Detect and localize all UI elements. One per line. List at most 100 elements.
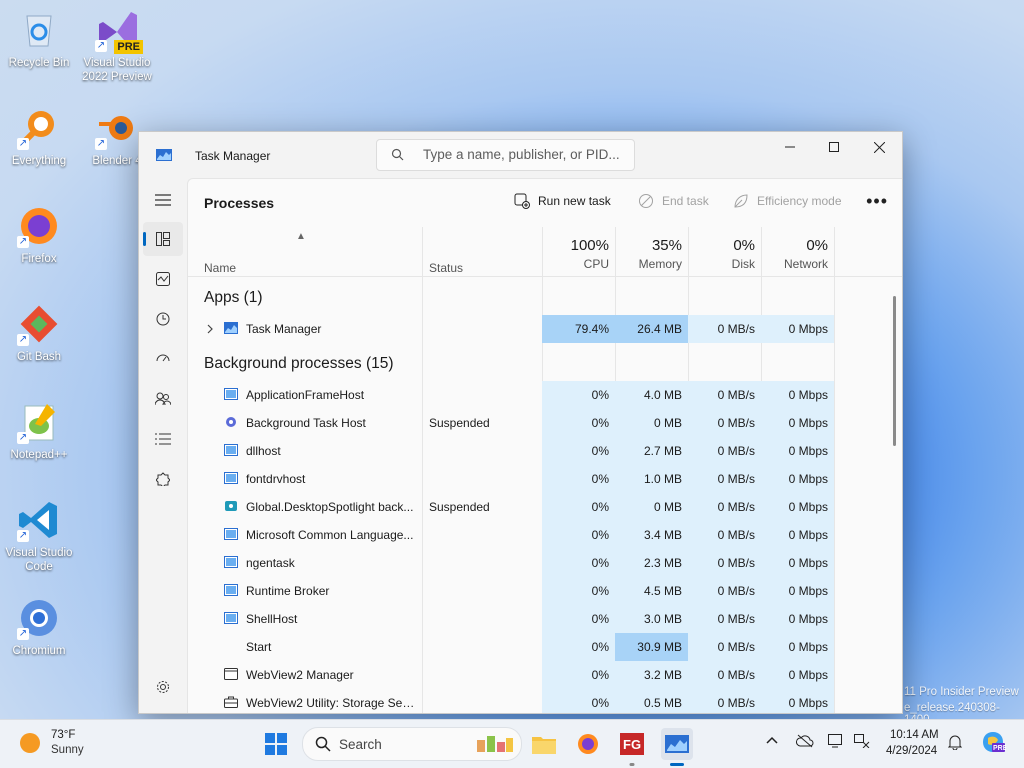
process-row[interactable]: Task Manager 79.4% 26.4 MB 0 MB/s 0 Mbps xyxy=(188,315,836,343)
network-total: 0% xyxy=(806,237,828,254)
onedrive-tray[interactable] xyxy=(796,734,814,751)
efficiency-mode-label: Efficiency mode xyxy=(757,194,842,208)
nav-processes[interactable] xyxy=(143,222,183,256)
column-header-disk[interactable]: 0% Disk xyxy=(688,227,761,277)
nav-settings[interactable] xyxy=(143,670,183,704)
notifications-button[interactable] xyxy=(947,734,963,753)
users-icon xyxy=(155,392,171,406)
maximize-button[interactable] xyxy=(811,132,857,162)
process-memory: 3.2 MB xyxy=(615,661,688,689)
process-memory: 2.3 MB xyxy=(615,549,688,577)
taskbar-firefox[interactable] xyxy=(572,728,604,760)
column-header-name[interactable]: Name xyxy=(204,261,236,275)
process-row[interactable]: ngentask 0% 2.3 MB 0 MB/s 0 Mbps xyxy=(188,549,836,577)
end-task-button[interactable]: End task xyxy=(638,193,709,209)
title-bar[interactable]: Task Manager xyxy=(139,132,902,178)
more-options-button[interactable]: ••• xyxy=(866,191,888,212)
process-name: dllhost xyxy=(246,444,281,458)
process-row[interactable]: WebView2 Utility: Storage Serv... 0% 0.5 M… xyxy=(188,689,836,713)
display-tray[interactable] xyxy=(828,734,844,751)
hamburger-menu-button[interactable] xyxy=(143,183,183,217)
shortcut-arrow-icon: ↗ xyxy=(95,40,107,52)
column-header-memory[interactable]: 35% Memory xyxy=(615,227,688,277)
process-search[interactable] xyxy=(376,139,635,171)
visual-studio-icon: ↗ PRE xyxy=(95,8,143,54)
process-row[interactable]: Background Task Host Suspended 0% 0 MB 0 MB/… xyxy=(188,409,836,437)
process-cpu: 0% xyxy=(542,465,615,493)
desktop-icon-chromium[interactable]: ↗ Chromium xyxy=(1,596,77,658)
desktop-icon-label: Chromium xyxy=(12,645,66,657)
sun-icon[interactable] xyxy=(20,733,40,753)
process-row[interactable]: Start 0% 30.9 MB 0 MB/s 0 Mbps xyxy=(188,633,836,661)
desktop-icon-firefox[interactable]: ↗ Firefox xyxy=(1,204,77,266)
desktop-icon-git-bash[interactable]: ↗ Git Bash xyxy=(1,302,77,364)
process-cpu: 0% xyxy=(542,661,615,689)
column-header-cpu[interactable]: 100% CPU xyxy=(542,227,615,277)
nav-services[interactable] xyxy=(143,462,183,496)
shortcut-arrow-icon: ↗ xyxy=(95,138,107,150)
cpu-label: CPU xyxy=(583,257,609,271)
shortcut-arrow-icon: ↗ xyxy=(17,530,29,542)
column-header-network[interactable]: 0% Network xyxy=(761,227,834,277)
search-input[interactable] xyxy=(421,146,630,163)
taskbar-fg-app[interactable]: FG xyxy=(616,728,648,766)
process-row[interactable]: Microsoft Common Language... 0% 3.4 MB 0 MB… xyxy=(188,521,836,549)
running-indicator xyxy=(629,763,635,766)
nav-details[interactable] xyxy=(143,422,183,456)
weather-condition[interactable]: Sunny xyxy=(51,744,84,756)
process-disk: 0 MB/s xyxy=(688,521,761,549)
process-memory: 0 MB xyxy=(615,493,688,521)
nav-app-history[interactable] xyxy=(143,302,183,336)
desktop-icon-label: Recycle Bin xyxy=(8,57,70,69)
process-row[interactable]: ShellHost 0% 3.0 MB 0 MB/s 0 Mbps xyxy=(188,605,836,633)
start-icon xyxy=(224,640,238,652)
process-row[interactable]: Runtime Broker 0% 4.5 MB 0 MB/s 0 Mbps xyxy=(188,577,836,605)
memory-total: 35% xyxy=(651,237,682,254)
show-hidden-icons-button[interactable] xyxy=(766,734,778,749)
taskbar-file-explorer[interactable] xyxy=(528,728,560,760)
nav-performance[interactable] xyxy=(143,262,183,296)
clock-date[interactable]: 4/29/2024 xyxy=(886,745,937,757)
desktop-icon-everything[interactable]: ↗ Everything xyxy=(1,106,77,168)
network-tray[interactable] xyxy=(854,734,870,751)
taskbar-task-manager[interactable] xyxy=(661,728,693,766)
process-row[interactable]: ApplicationFrameHost 0% 4.0 MB 0 MB/s 0 Mbps xyxy=(188,381,836,409)
start-button[interactable] xyxy=(260,728,292,760)
shortcut-arrow-icon: ↗ xyxy=(17,628,29,640)
process-row[interactable]: WebView2 Manager 0% 3.2 MB 0 MB/s 0 Mbps xyxy=(188,661,836,689)
desktop-icon-recycle-bin[interactable]: Recycle Bin xyxy=(1,8,77,70)
desktop-icon-vscode[interactable]: ↗ Visual Studio Code xyxy=(1,498,77,574)
efficiency-mode-button[interactable]: Efficiency mode xyxy=(733,193,842,209)
vertical-scrollbar[interactable] xyxy=(893,296,896,446)
process-row[interactable]: Global.DesktopSpotlight back... Suspended… xyxy=(188,493,836,521)
desktop-icon-notepadpp[interactable]: ↗ Notepad++ xyxy=(1,400,77,462)
process-disk: 0 MB/s xyxy=(688,381,761,409)
process-row[interactable]: dllhost 0% 2.7 MB 0 MB/s 0 Mbps xyxy=(188,437,836,465)
weather-temperature[interactable]: 73°F xyxy=(51,729,75,741)
process-memory: 1.0 MB xyxy=(615,465,688,493)
processes-page: Processes Run new task End task Efficien… xyxy=(187,178,902,713)
close-button[interactable] xyxy=(856,132,902,162)
column-header-status[interactable]: Status xyxy=(429,261,463,275)
run-new-task-button[interactable]: Run new task xyxy=(514,193,611,209)
clock-time[interactable]: 10:14 AM xyxy=(890,729,939,741)
process-memory: 26.4 MB xyxy=(615,315,688,343)
taskbar-search[interactable]: Search xyxy=(302,727,522,761)
desktop-icon-label: Firefox xyxy=(21,253,57,265)
desktop-icon-visual-studio-2022-preview[interactable]: ↗ PRE Visual Studio 2022 Preview xyxy=(79,8,155,84)
minimize-button[interactable] xyxy=(767,132,813,162)
copilot-button[interactable]: PRE xyxy=(980,730,1008,757)
nav-users[interactable] xyxy=(143,382,183,416)
process-row[interactable]: fontdrvhost 0% 1.0 MB 0 MB/s 0 Mbps xyxy=(188,465,836,493)
process-status: Suspended xyxy=(429,500,490,514)
chevron-right-icon[interactable] xyxy=(206,324,214,334)
nav-startup-apps[interactable] xyxy=(143,342,183,376)
process-cpu: 0% xyxy=(542,381,615,409)
search-highlight-icon xyxy=(477,736,513,752)
process-cpu: 0% xyxy=(542,549,615,577)
processes-icon xyxy=(156,232,170,246)
process-name: WebView2 Utility: Storage Serv... xyxy=(246,696,418,710)
svg-text:PRE: PRE xyxy=(993,745,1006,752)
firefox-icon: ↗ xyxy=(17,204,61,248)
desktop-icon-label: Visual Studio 2022 Preview xyxy=(82,57,152,83)
